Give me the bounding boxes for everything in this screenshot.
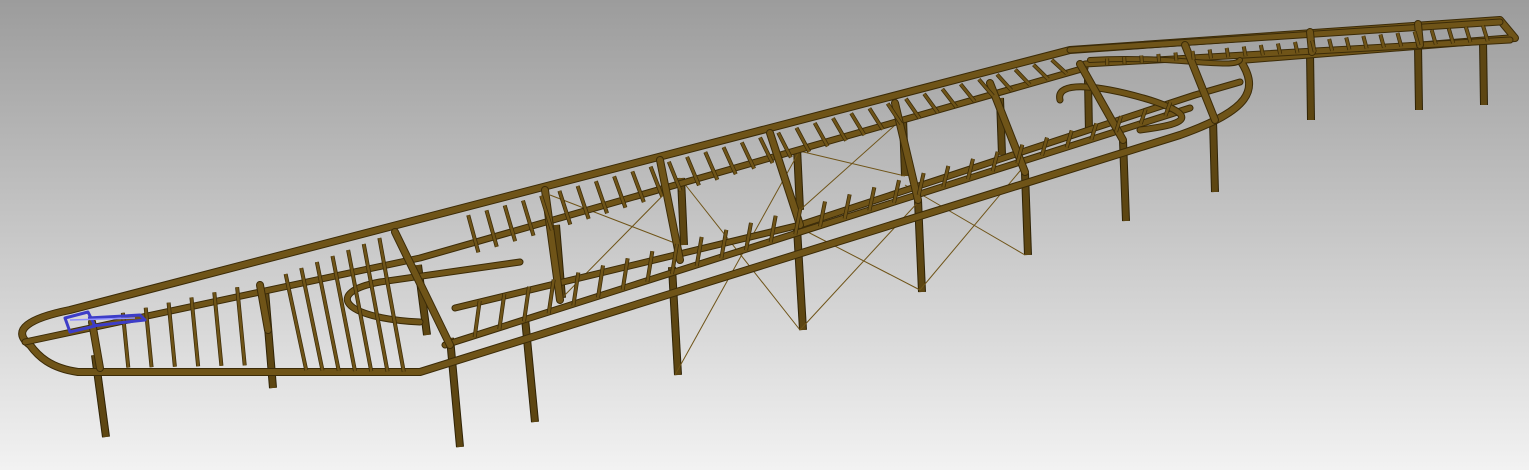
joist xyxy=(1208,49,1213,59)
column xyxy=(794,147,803,211)
joist xyxy=(1157,53,1161,62)
structure-model[interactable] xyxy=(0,0,1529,470)
column xyxy=(1415,44,1422,111)
column xyxy=(1480,39,1487,106)
column xyxy=(1307,51,1314,121)
column xyxy=(1210,119,1218,193)
joist xyxy=(1174,52,1178,61)
joist xyxy=(1191,50,1195,60)
joist xyxy=(1225,47,1230,58)
joist xyxy=(1140,55,1144,63)
3d-viewport[interactable] xyxy=(0,0,1529,470)
